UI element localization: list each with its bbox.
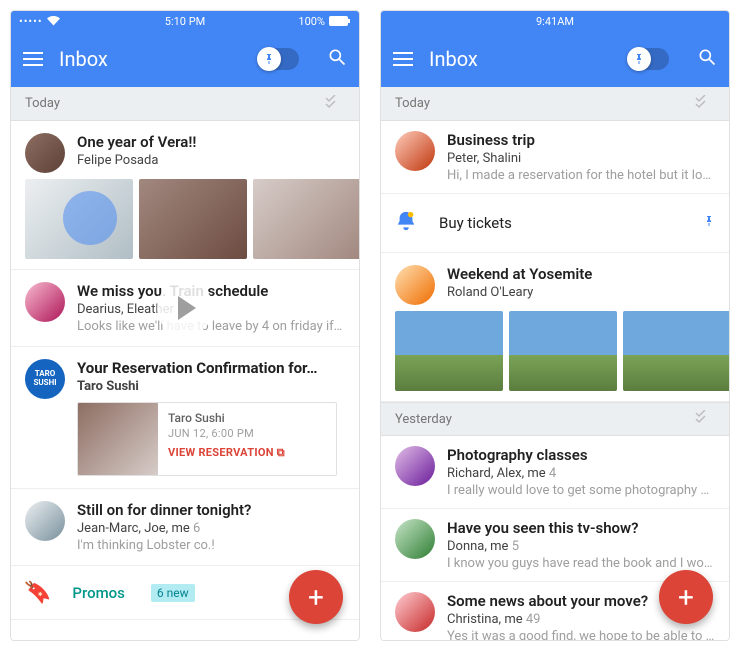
message-from: Taro Sushi: [77, 379, 345, 394]
attachment-thumb[interactable]: [253, 179, 359, 259]
pin-icon: [627, 47, 651, 71]
pin-icon: [257, 47, 281, 71]
external-link-icon: ⧉: [277, 446, 285, 459]
sweep-icon[interactable]: [695, 95, 715, 113]
reservation-time: JUN 12, 6:00 PM: [168, 427, 285, 440]
message-item[interactable]: Weekend at Yosemite Roland O'Leary: [381, 253, 729, 311]
message-from: Donna, me 5: [447, 539, 715, 554]
search-button[interactable]: [697, 47, 717, 71]
pin-toggle[interactable]: [259, 48, 299, 70]
message-snippet: Yes it was a good find, we hope to be ab…: [447, 629, 715, 640]
message-item[interactable]: TARO SUSHI Your Reservation Confirmation…: [11, 347, 359, 489]
message-subject: Business trip: [447, 131, 715, 149]
battery-icon: [329, 16, 351, 26]
avatar: [395, 265, 435, 305]
message-subject: Photography classes: [447, 446, 715, 464]
avatar: [25, 501, 65, 541]
message-subject: Your Reservation Confirmation for…: [77, 359, 345, 377]
header-title: Inbox: [59, 47, 243, 71]
attachment-strip[interactable]: [381, 311, 729, 402]
phone-left: ••••• 5:10 PM 100% Inbox Today: [10, 10, 360, 641]
sweep-icon[interactable]: [325, 95, 345, 113]
search-button[interactable]: [327, 47, 347, 71]
reservation-card[interactable]: Taro Sushi JUN 12, 6:00 PM VIEW RESERVAT…: [77, 402, 337, 476]
pin-icon[interactable]: [703, 214, 715, 232]
message-from: Dearius, Eleather: [77, 302, 345, 317]
reservation-name: Taro Sushi: [168, 411, 285, 425]
app-header: Inbox: [11, 31, 359, 87]
avatar: [25, 133, 65, 173]
status-bar: ••••• 5:10 PM 100%: [11, 11, 359, 31]
wifi-icon: [47, 16, 60, 26]
message-from: Felipe Posada: [77, 153, 345, 168]
brand-avatar: TARO SUSHI: [25, 359, 65, 399]
avatar: [395, 131, 435, 171]
section-label: Today: [395, 96, 430, 111]
status-bar: 9:41AM: [381, 11, 729, 31]
battery-percent: 100%: [298, 15, 325, 28]
message-item[interactable]: We miss you. Train schedule Dearius, Ele…: [11, 270, 359, 347]
section-label: Today: [25, 96, 60, 111]
compose-fab[interactable]: +: [659, 570, 713, 624]
section-header-today: Today: [11, 87, 359, 121]
menu-button[interactable]: [393, 52, 413, 66]
menu-button[interactable]: [23, 52, 43, 66]
message-subject: Have you seen this tv-show?: [447, 519, 715, 537]
app-header: Inbox: [381, 31, 729, 87]
attachment-thumb[interactable]: [139, 179, 247, 259]
status-time: 5:10 PM: [165, 15, 205, 28]
attachment-thumb[interactable]: [623, 311, 729, 391]
sweep-icon[interactable]: [695, 410, 715, 428]
message-subject: Weekend at Yosemite: [447, 265, 715, 283]
message-snippet: I really would love to get some photogra…: [447, 483, 715, 498]
status-time: 9:41AM: [536, 15, 574, 28]
bundle-badge: 6 new: [151, 584, 195, 602]
avatar: [395, 519, 435, 559]
section-header-yesterday: Yesterday: [381, 402, 729, 436]
message-snippet: Looks like we'll have to leave by 4 on f…: [77, 319, 345, 334]
message-from: Richard, Alex, me 4: [447, 466, 715, 481]
view-reservation-link[interactable]: VIEW RESERVATION⧉: [168, 446, 285, 460]
message-subject: We miss you. Train schedule: [77, 282, 345, 300]
message-item[interactable]: Still on for dinner tonight? Jean-Marc, …: [11, 489, 359, 566]
section-label: Yesterday: [395, 412, 452, 427]
attachment-strip[interactable]: [11, 179, 359, 270]
message-item[interactable]: One year of Vera!! Felipe Posada: [11, 121, 359, 179]
header-title: Inbox: [429, 47, 613, 71]
attachment-thumb[interactable]: [25, 179, 133, 259]
message-snippet: I know you guys have read the book and I…: [447, 556, 715, 571]
message-item[interactable]: Photography classes Richard, Alex, me 4 …: [381, 436, 729, 509]
message-from: Peter, Shalini: [447, 151, 715, 166]
pin-toggle[interactable]: [629, 48, 669, 70]
message-snippet: I'm thinking Lobster co.!: [77, 538, 345, 553]
message-subject: One year of Vera!!: [77, 133, 345, 151]
reservation-thumb: [78, 403, 158, 475]
message-snippet: Hi, I made a reservation for the hotel b…: [447, 168, 715, 183]
message-list: Business trip Peter, Shalini Hi, I made …: [381, 121, 729, 640]
signal-dots-icon: •••••: [19, 15, 43, 28]
attachment-thumb[interactable]: [509, 311, 617, 391]
message-list: One year of Vera!! Felipe Posada We miss…: [11, 121, 359, 640]
reminder-item[interactable]: Buy tickets: [381, 194, 729, 253]
avatar: [25, 282, 65, 322]
bundle-label: Promos: [72, 584, 125, 602]
compose-fab[interactable]: +: [289, 570, 343, 624]
section-header-today: Today: [381, 87, 729, 121]
reminder-text: Buy tickets: [439, 214, 681, 232]
message-item[interactable]: Business trip Peter, Shalini Hi, I made …: [381, 121, 729, 194]
phone-right: 9:41AM Inbox Today Business trip Peter, …: [380, 10, 730, 641]
attachment-thumb[interactable]: [395, 311, 503, 391]
plus-icon: +: [678, 581, 694, 614]
message-from: Roland O'Leary: [447, 285, 715, 300]
tag-icon: 🔖: [26, 579, 51, 606]
reminder-icon: [395, 210, 417, 236]
avatar: [395, 446, 435, 486]
plus-icon: +: [308, 581, 324, 614]
message-from: Jean-Marc, Joe, me 6: [77, 521, 345, 536]
avatar: [395, 592, 435, 632]
message-subject: Still on for dinner tonight?: [77, 501, 345, 519]
